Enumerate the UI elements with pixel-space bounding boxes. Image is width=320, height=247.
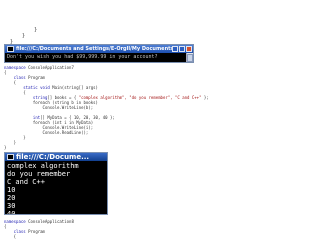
code-text: Console.WriteLine(b); [4, 105, 94, 110]
console-icon [7, 154, 14, 160]
vertical-scrollbar[interactable] [186, 53, 193, 62]
top-code-fragment: } } } [10, 27, 37, 45]
console-line: complex algorithm [7, 162, 79, 170]
code-text: { [4, 80, 17, 85]
code-text: ConsoleApplication7 [25, 65, 74, 70]
console-line: do you remember [7, 170, 71, 178]
code-text: ConsoleApplication8 [25, 219, 74, 224]
code-keyword: namespace [4, 65, 26, 70]
console-line: C and C++ [7, 178, 45, 186]
code-text: Main(string[] args) [49, 85, 98, 90]
bottom-code-fragment: namespace ConsoleApplication8 { class Pr… [4, 219, 74, 239]
window-title: file:///C:/Documents and Settings/E-Orgl… [16, 46, 172, 52]
window-title: file:///C:/Docume... [16, 153, 90, 161]
code-text: }; [201, 95, 209, 100]
code-text: { [4, 70, 7, 75]
code-text: { [4, 90, 26, 95]
maximize-button[interactable] [179, 46, 185, 52]
console-line: 40 [7, 210, 16, 215]
console-icon [7, 46, 14, 52]
console-output: complex algorithm do you remember C and … [5, 161, 107, 215]
console-output: Don't you wish you had $99,999.99 in you… [5, 53, 193, 61]
middle-code-block: namespace ConsoleApplication7 { class Pr… [4, 65, 209, 150]
console-line: 30 [7, 202, 16, 210]
code-text: { [4, 224, 7, 229]
code-text: } [4, 145, 7, 150]
minimize-button[interactable] [172, 46, 178, 52]
console-window-2: file:///C:/Docume... complex algorithm d… [4, 152, 108, 215]
console-line: Don't you wish you had $99,999.99 in you… [7, 54, 158, 60]
console-line: 20 [7, 194, 16, 202]
window-titlebar[interactable]: file:///C:/Docume... [5, 153, 107, 161]
code-text: Program [25, 75, 45, 80]
code-text: { [4, 234, 17, 239]
code-keyword: namespace [4, 219, 26, 224]
code-keyword: static void [23, 85, 50, 90]
window-titlebar[interactable]: file:///C:/Documents and Settings/E-Orgl… [5, 45, 193, 53]
console-line: 10 [7, 186, 16, 194]
scrollbar-thumb[interactable] [187, 54, 193, 62]
console-window-1: file:///C:/Documents and Settings/E-Orgl… [4, 44, 194, 63]
code-text: Program [25, 229, 45, 234]
close-button[interactable] [186, 46, 192, 52]
